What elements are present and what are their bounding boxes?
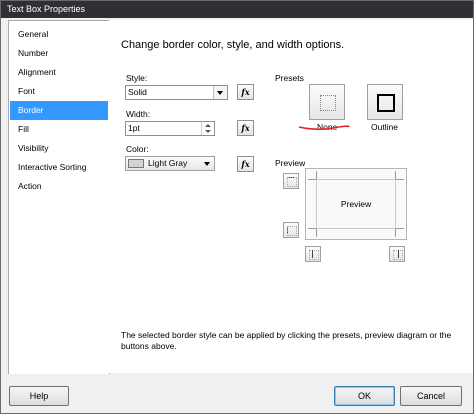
- sidebar-item-action[interactable]: Action: [10, 177, 108, 196]
- style-select[interactable]: Solid: [125, 85, 228, 100]
- sidebar-item-border[interactable]: Border: [10, 101, 108, 120]
- spinner-arrows-icon[interactable]: [201, 122, 214, 135]
- sidebar-item-alignment[interactable]: Alignment: [10, 63, 108, 82]
- annotation-underline: [298, 125, 350, 131]
- sidebar: General Number Alignment Font Border Fil…: [8, 20, 110, 375]
- color-swatch: [128, 159, 144, 169]
- ok-button[interactable]: OK: [334, 386, 395, 406]
- border-top-button[interactable]: [283, 173, 299, 189]
- chevron-down-icon[interactable]: [213, 86, 227, 99]
- help-button[interactable]: Help: [9, 386, 69, 406]
- corner-mark: [395, 171, 404, 180]
- sidebar-item-fill[interactable]: Fill: [10, 120, 108, 139]
- border-left-button[interactable]: [283, 222, 299, 238]
- title-bar: Text Box Properties: [1, 1, 473, 18]
- border-none-icon: [320, 95, 336, 111]
- sidebar-item-visibility[interactable]: Visibility: [10, 139, 108, 158]
- color-value: Light Gray: [148, 158, 188, 168]
- style-label: Style:: [126, 73, 148, 83]
- window-title: Text Box Properties: [7, 4, 86, 14]
- dialog-window: Text Box Properties General Number Align…: [0, 0, 474, 414]
- presets-label: Presets: [275, 73, 304, 83]
- width-spinner[interactable]: 1pt: [125, 121, 215, 136]
- style-expression-button[interactable]: fx: [237, 84, 254, 100]
- cancel-button[interactable]: Cancel: [400, 386, 462, 406]
- preset-outline-button[interactable]: [367, 84, 403, 120]
- preview-diagram[interactable]: Preview: [305, 168, 407, 240]
- content-panel: Change border color, style, and width op…: [109, 20, 473, 373]
- corner-mark: [395, 228, 404, 237]
- sidebar-item-interactive-sorting[interactable]: Interactive Sorting: [10, 158, 108, 177]
- color-picker[interactable]: Light Gray: [125, 156, 215, 171]
- border-right-button[interactable]: [389, 246, 405, 262]
- page-title: Change border color, style, and width op…: [121, 39, 345, 51]
- color-expression-button[interactable]: fx: [237, 156, 254, 172]
- width-label: Width:: [126, 109, 151, 119]
- sidebar-item-font[interactable]: Font: [10, 82, 108, 101]
- preset-outline-label: Outline: [371, 122, 398, 132]
- preset-none-button[interactable]: [309, 84, 345, 120]
- sidebar-item-number[interactable]: Number: [10, 44, 108, 63]
- sidebar-item-general[interactable]: General: [10, 25, 108, 44]
- width-expression-button[interactable]: fx: [237, 120, 254, 136]
- help-text: The selected border style can be applied…: [121, 330, 452, 351]
- corner-mark: [308, 228, 317, 237]
- chevron-down-icon[interactable]: [201, 157, 214, 170]
- preview-text: Preview: [316, 179, 396, 229]
- button-bar: Help OK Cancel: [1, 374, 473, 413]
- border-outline-icon: [377, 94, 395, 112]
- border-bottom-button[interactable]: [305, 246, 321, 262]
- preview-label: Preview: [275, 158, 306, 168]
- color-label: Color:: [126, 144, 149, 154]
- width-value: 1pt: [128, 123, 140, 133]
- style-value: Solid: [128, 87, 147, 97]
